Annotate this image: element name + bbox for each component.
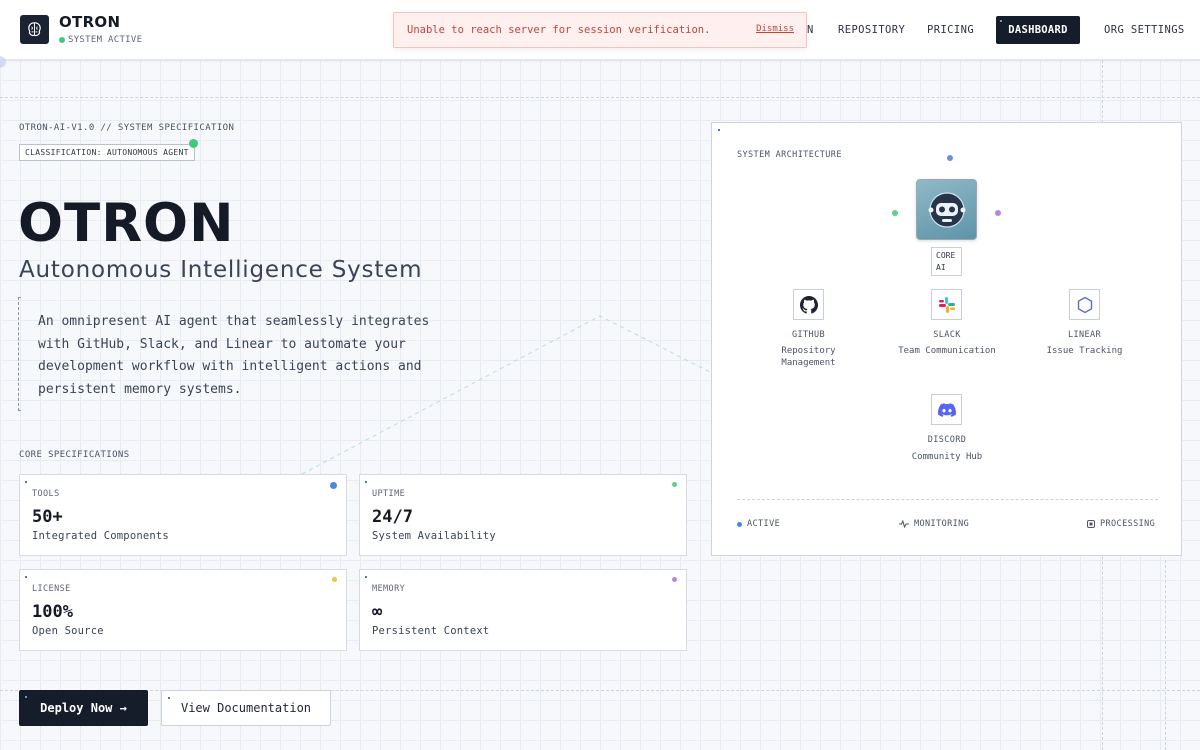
description-bracket — [18, 297, 23, 411]
tool-desc-linear: Issue Tracking — [1046, 346, 1123, 356]
tool-desc-slack: Team Communication — [898, 346, 996, 356]
core-specs-label: CORE SPECIFICATIONS — [19, 450, 130, 460]
card-desc: Integrated Components — [32, 530, 169, 542]
page-title: OTRON — [18, 193, 235, 254]
view-documentation-button[interactable]: View Documentation — [161, 690, 331, 726]
tool-name-discord: DISCORD — [927, 435, 967, 445]
tool-name-slack: SLACK — [933, 330, 961, 340]
tool-desc-discord: Community Hub — [911, 452, 983, 462]
cpu-icon — [1087, 520, 1095, 528]
alert-message: Unable to reach server for session verif… — [407, 24, 711, 36]
classification-badge: CLASSIFICATION: AUTONOMOUS AGENT — [19, 144, 195, 161]
tool-desc-github: Repository Management — [781, 346, 836, 368]
tool-name-linear: LINEAR — [1067, 330, 1102, 340]
github-icon[interactable] — [793, 289, 824, 320]
active-dot-icon — [737, 521, 742, 527]
spec-line: OTRON-AI-V1.0 // SYSTEM SPECIFICATION — [19, 123, 235, 133]
classification-dot-icon — [189, 139, 198, 148]
system-status: SYSTEM ACTIVE — [59, 35, 142, 45]
card-label: UPTIME — [372, 489, 406, 499]
status-dot-icon — [59, 37, 65, 43]
card-desc: System Availability — [372, 530, 496, 542]
alert-dismiss-link[interactable]: Dismiss — [756, 24, 794, 34]
card-label: TOOLS — [32, 489, 60, 499]
deploy-now-button[interactable]: Deploy Now → — [19, 690, 148, 726]
card-desc: Persistent Context — [372, 625, 490, 637]
nav-link-partial[interactable]: N — [807, 24, 814, 36]
guide-line — [0, 97, 1200, 98]
top-nav: OTRON SYSTEM ACTIVE N REPOSITORY PRICING… — [0, 0, 1200, 60]
nav-link-repository[interactable]: REPOSITORY — [838, 24, 905, 36]
orbit-dot-icon — [947, 155, 953, 161]
status-active: ACTIVE — [737, 519, 780, 529]
brain-logo-icon[interactable] — [20, 15, 49, 44]
card-label: LICENSE — [32, 584, 71, 594]
status-active-label: ACTIVE — [747, 519, 781, 529]
core-ai-tag: CORE AI — [931, 247, 962, 276]
architecture-title: SYSTEM ARCHITECTURE — [737, 150, 842, 160]
architecture-panel: SYSTEM ARCHITECTURE CORE AI GITHUB Repos… — [711, 122, 1182, 556]
page-subtitle: Autonomous Intelligence System — [19, 257, 423, 283]
orbit-dot-icon — [995, 210, 1001, 216]
card-desc: Open Source — [32, 625, 104, 637]
guide-line — [1165, 560, 1166, 750]
card-value: ∞ — [372, 602, 383, 622]
card-indicator-icon — [332, 577, 337, 582]
card-label: MEMORY — [372, 584, 406, 594]
system-status-label: SYSTEM ACTIVE — [68, 35, 143, 45]
status-processing: PROCESSING — [1087, 519, 1155, 529]
orbit-dot-icon — [892, 210, 898, 216]
spec-card-memory: MEMORY ∞ Persistent Context — [359, 569, 687, 651]
card-indicator-icon — [672, 577, 677, 582]
card-indicator-icon — [330, 482, 337, 489]
hero-description: An omnipresent AI agent that seamlessly … — [38, 314, 430, 397]
spec-card-tools: TOOLS 50+ Integrated Components — [19, 474, 347, 556]
slack-icon[interactable] — [931, 289, 962, 320]
spec-card-uptime: UPTIME 24/7 System Availability — [359, 474, 687, 556]
brand-name[interactable]: OTRON — [59, 13, 120, 31]
discord-icon[interactable] — [931, 394, 962, 425]
card-indicator-icon — [672, 482, 677, 487]
nav-link-org-settings[interactable]: ORG SETTINGS — [1104, 24, 1185, 36]
robot-avatar-icon[interactable] — [916, 179, 977, 240]
tool-name-github: GITHUB — [791, 330, 826, 340]
card-value: 24/7 — [372, 507, 413, 527]
status-monitoring: MONITORING — [899, 519, 969, 529]
card-value: 50+ — [32, 507, 63, 527]
card-value: 100% — [32, 602, 73, 622]
nav-dashboard-button[interactable]: DASHBOARD — [996, 16, 1080, 44]
divider — [737, 499, 1158, 500]
pulse-icon — [899, 520, 909, 528]
status-processing-label: PROCESSING — [1100, 519, 1156, 529]
session-error-alert: Unable to reach server for session verif… — [393, 12, 807, 48]
nav-link-pricing[interactable]: PRICING — [927, 24, 974, 36]
linear-icon[interactable] — [1069, 289, 1100, 320]
status-monitoring-label: MONITORING — [914, 519, 970, 529]
spec-card-license: LICENSE 100% Open Source — [19, 569, 347, 651]
